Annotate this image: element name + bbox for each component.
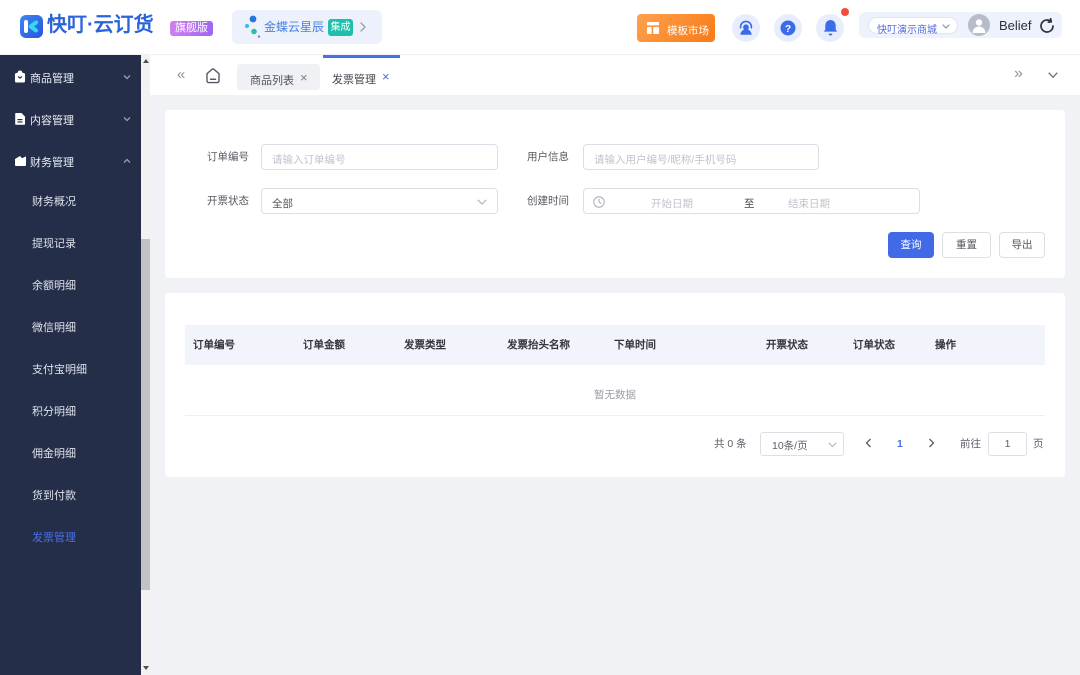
svg-text:?: ?: [784, 24, 790, 35]
